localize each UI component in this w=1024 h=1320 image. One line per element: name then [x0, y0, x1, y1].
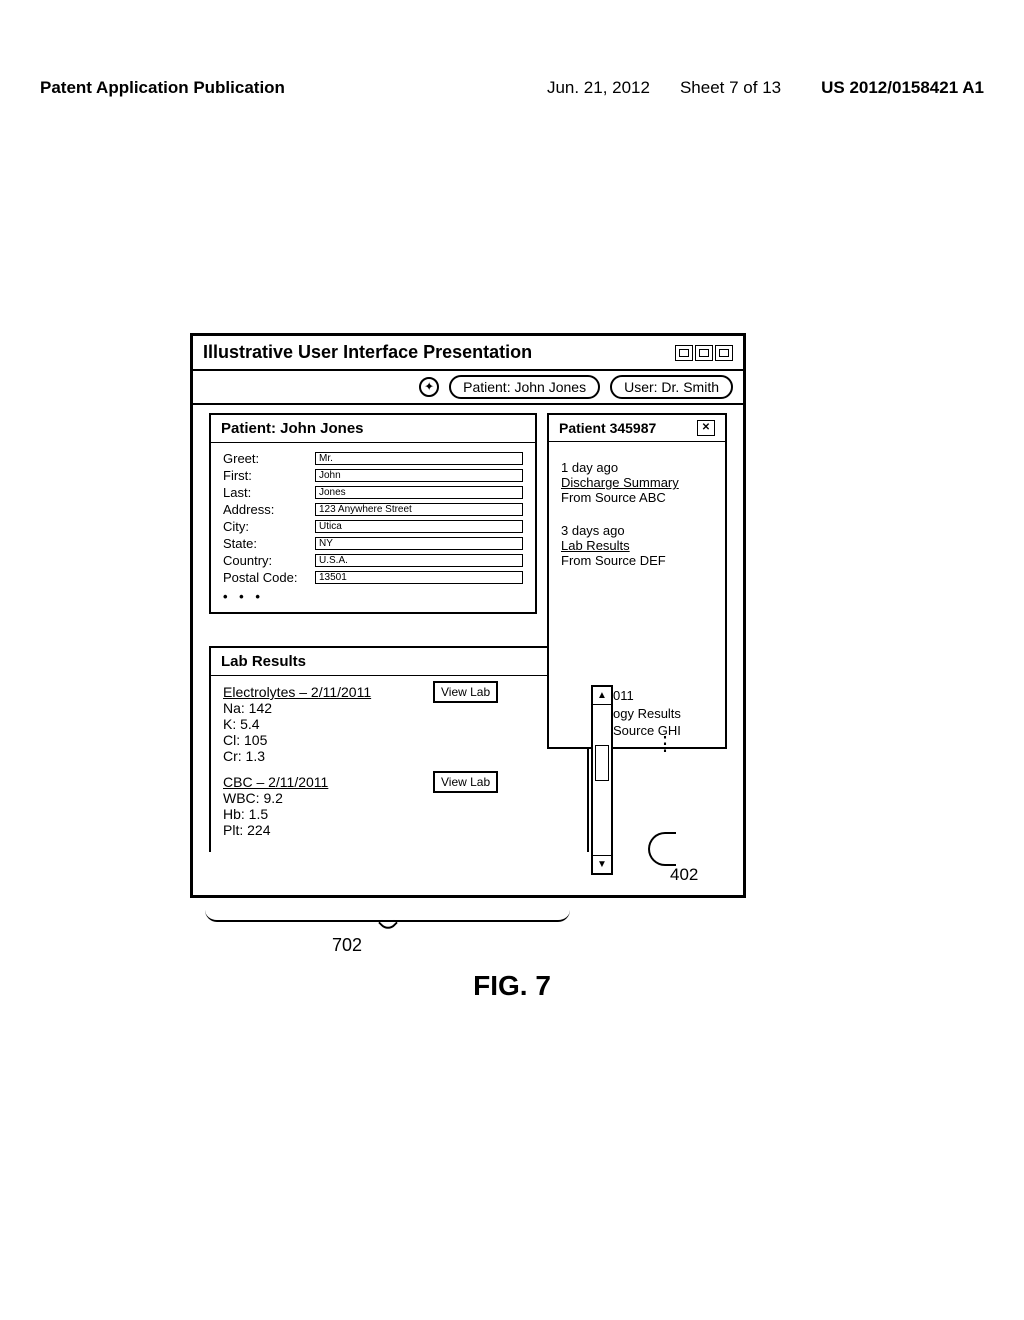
event-link[interactable]: Lab Results	[561, 538, 713, 553]
user-pill[interactable]: User: Dr. Smith	[610, 375, 733, 399]
form-row-greet: Greet: Mr.	[223, 451, 523, 466]
events-panel-body: 1 day ago Discharge Summary From Source …	[549, 442, 725, 604]
event-time: 3 days ago	[561, 523, 713, 538]
toolbar: Patient: John Jones User: Dr. Smith	[193, 371, 743, 405]
field-last[interactable]: Jones	[315, 486, 523, 499]
field-first[interactable]: John	[315, 469, 523, 482]
content-area: Patient: John Jones Greet: Mr. First: Jo…	[193, 405, 743, 895]
app-window: Illustrative User Interface Presentation…	[190, 333, 746, 898]
form-row-address: Address: 123 Anywhere Street	[223, 502, 523, 517]
label-postal: Postal Code:	[223, 570, 315, 585]
form-row-postal: Postal Code: 13501	[223, 570, 523, 585]
field-city[interactable]: Utica	[315, 520, 523, 533]
events-panel-heading: Patient 345987	[559, 420, 656, 436]
event-source: From Source ABC	[561, 490, 713, 505]
lab-line: Plt: 224	[223, 822, 575, 838]
event-time: 1 day ago	[561, 460, 713, 475]
page-header: Patent Application Publication Jun. 21, …	[0, 78, 1024, 98]
peek-line: 011	[613, 687, 681, 705]
lab-entry: Electrolytes – 2/11/2011 View Lab Na: 14…	[223, 684, 575, 764]
scroll-track[interactable]	[593, 705, 611, 855]
label-city: City:	[223, 519, 315, 534]
label-address: Address:	[223, 502, 315, 517]
labs-panel-heading: Lab Results	[221, 653, 306, 670]
minimize-button[interactable]	[675, 345, 693, 361]
label-state: State:	[223, 536, 315, 551]
form-row-city: City: Utica	[223, 519, 523, 534]
partial-event-peek: 011 ogy Results Source GHI ⋮	[613, 687, 681, 748]
labs-panel-body: Electrolytes – 2/11/2011 View Lab Na: 14…	[211, 676, 587, 852]
lab-line: Na: 142	[223, 700, 575, 716]
field-greet[interactable]: Mr.	[315, 452, 523, 465]
settings-icon[interactable]	[419, 377, 439, 397]
scroll-up-button[interactable]: ▲	[593, 687, 611, 705]
callout-702: 702	[332, 935, 362, 956]
lab-entry: CBC – 2/11/2011 View Lab WBC: 9.2 Hb: 1.…	[223, 774, 575, 838]
events-panel-header: Patient 345987	[549, 415, 725, 442]
callout-brace-702	[205, 902, 570, 922]
event-item: 1 day ago Discharge Summary From Source …	[561, 460, 713, 505]
event-link[interactable]: Discharge Summary	[561, 475, 713, 490]
label-last: Last:	[223, 485, 315, 500]
more-dots-icon: ⋮	[613, 740, 681, 748]
lab-line: WBC: 9.2	[223, 790, 575, 806]
callout-402: 402	[670, 865, 698, 885]
publication-number: US 2012/0158421 A1	[821, 78, 984, 98]
lab-entry-title[interactable]: Electrolytes – 2/11/2011	[223, 684, 575, 700]
titlebar: Illustrative User Interface Presentation	[193, 336, 743, 371]
scroll-down-button[interactable]: ▼	[593, 855, 611, 873]
event-source: From Source DEF	[561, 553, 713, 568]
figure-label: FIG. 7	[0, 970, 1024, 1002]
patient-panel-header: Patient: John Jones	[211, 415, 535, 443]
publication-line: Patent Application Publication	[40, 78, 285, 98]
patient-panel-heading: Patient: John Jones	[221, 420, 364, 437]
lab-results-panel: Lab Results Electrolytes – 2/11/2011 Vie…	[209, 646, 589, 852]
view-lab-button[interactable]: View Lab	[433, 771, 498, 793]
window-controls	[675, 345, 733, 361]
scrollbar[interactable]: ▲ ▼	[591, 685, 613, 875]
label-first: First:	[223, 468, 315, 483]
field-state[interactable]: NY	[315, 537, 523, 550]
lab-entry-title[interactable]: CBC – 2/11/2011	[223, 774, 575, 790]
event-item: 3 days ago Lab Results From Source DEF	[561, 523, 713, 568]
close-icon	[702, 423, 710, 433]
events-close-button[interactable]	[697, 420, 715, 436]
maximize-button[interactable]	[695, 345, 713, 361]
patient-panel-body: Greet: Mr. First: John Last: Jones Addre…	[211, 443, 535, 612]
more-fields-ellipsis: • • •	[223, 589, 523, 604]
form-row-first: First: John	[223, 468, 523, 483]
label-greet: Greet:	[223, 451, 315, 466]
patient-info-panel: Patient: John Jones Greet: Mr. First: Jo…	[209, 413, 537, 614]
window-title: Illustrative User Interface Presentation	[203, 342, 532, 363]
peek-line: ogy Results	[613, 705, 681, 723]
sheet-number: Sheet 7 of 13	[680, 78, 781, 98]
field-address[interactable]: 123 Anywhere Street	[315, 503, 523, 516]
lab-line: Cl: 105	[223, 732, 575, 748]
patient-pill[interactable]: Patient: John Jones	[449, 375, 600, 399]
close-button[interactable]	[715, 345, 733, 361]
lab-line: Cr: 1.3	[223, 748, 575, 764]
field-country[interactable]: U.S.A.	[315, 554, 523, 567]
callout-paren-402	[648, 832, 676, 866]
form-row-state: State: NY	[223, 536, 523, 551]
labs-panel-header: Lab Results	[211, 648, 587, 676]
lab-line: Hb: 1.5	[223, 806, 575, 822]
scroll-thumb[interactable]	[595, 745, 609, 781]
lab-line: K: 5.4	[223, 716, 575, 732]
form-row-last: Last: Jones	[223, 485, 523, 500]
view-lab-button[interactable]: View Lab	[433, 681, 498, 703]
label-country: Country:	[223, 553, 315, 568]
form-row-country: Country: U.S.A.	[223, 553, 523, 568]
publication-date: Jun. 21, 2012	[547, 78, 650, 98]
field-postal[interactable]: 13501	[315, 571, 523, 584]
